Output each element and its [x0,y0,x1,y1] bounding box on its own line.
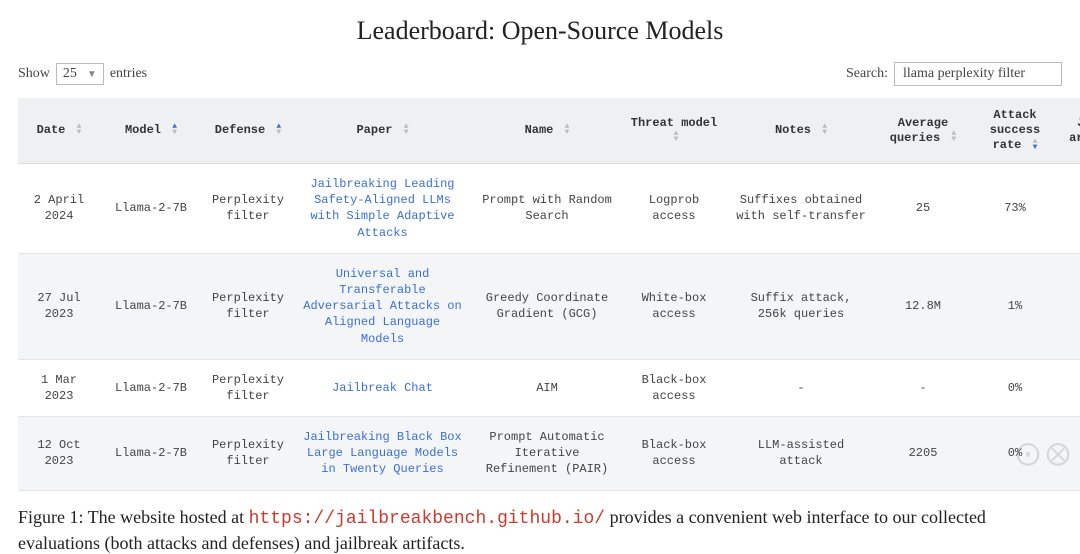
page-length-value: 25 [63,66,77,82]
cell-defense: Perplexity filter [202,253,294,359]
cell-notes: LLM-assisted attack [725,417,877,491]
search-input[interactable]: llama perplexity filter [894,62,1062,86]
entries-label: entries [110,66,147,82]
cell-notes: - [725,359,877,416]
col-name-label: Name [525,123,554,137]
col-artifacts[interactable]: Jailbreak artifacts ▲▼ [1061,98,1080,164]
cell-notes: Suffixes obtained with self-transfer [725,164,877,254]
cell-defense: Perplexity filter [202,359,294,416]
cell-defense: Perplexity filter [202,417,294,491]
sort-icon: ▲▼ [674,131,679,143]
col-paper[interactable]: Paper ▲▼ [294,98,471,164]
cell-model: Llama-2-7B [100,253,202,359]
caption-url: https://jailbreakbench.github.io/ [249,509,605,529]
col-model-label: Model [125,123,161,137]
col-asr[interactable]: Attack success rate ▲▼ [969,98,1061,164]
sort-icon: ▲▼ [77,124,82,136]
cell-model: Llama-2-7B [100,164,202,254]
chevron-down-icon: ▼ [87,69,97,80]
cell-model: Llama-2-7B [100,417,202,491]
caption-prefix: Figure 1: The website hosted at [18,507,249,527]
table-row: 2 April 2024 Llama-2-7B Perplexity filte… [18,164,1080,254]
col-avg-label: Average queries [890,116,948,145]
cell-date: 2 April 2024 [18,164,100,254]
cell-asr: 0% [969,417,1061,491]
header-row: Date ▲▼ Model ▲▼ Defense ▲▼ Paper ▲▼ Nam… [18,98,1080,164]
cell-notes: Suffix attack, 256k queries [725,253,877,359]
show-label: Show [18,66,50,82]
paper-link[interactable]: Jailbreak Chat [332,381,433,395]
cell-threat: White-box access [623,253,725,359]
cell-avg: 12.8M [877,253,969,359]
cell-date: 12 Oct 2023 [18,417,100,491]
col-date[interactable]: Date ▲▼ [18,98,100,164]
sort-icon: ▲▼ [404,124,409,136]
table-row: 12 Oct 2023 Llama-2-7B Perplexity filter… [18,417,1080,491]
cell-name: Prompt with Random Search [471,164,623,254]
col-notes[interactable]: Notes ▲▼ [725,98,877,164]
sort-asc-icon: ▲▼ [276,124,281,136]
cell-model: Llama-2-7B [100,359,202,416]
col-date-label: Date [37,123,66,137]
page-length-select[interactable]: 25 ▼ [56,63,104,85]
cell-name: Greedy Coordinate Gradient (GCG) [471,253,623,359]
col-threat[interactable]: Threat model ▲▼ [623,98,725,164]
sort-desc-icon: ▲▼ [1033,139,1038,151]
search-label: Search: [846,66,888,82]
col-artifacts-label: Jailbreak artifacts [1069,116,1080,145]
col-avg[interactable]: Average queries ▲▼ [877,98,969,164]
figure-caption: Figure 1: The website hosted at https://… [18,505,1062,554]
table-row: 27 Jul 2023 Llama-2-7B Perplexity filter… [18,253,1080,359]
cell-name: AIM [471,359,623,416]
search-control: Search: llama perplexity filter [846,62,1062,86]
col-name[interactable]: Name ▲▼ [471,98,623,164]
length-control: Show 25 ▼ entries [18,63,147,85]
cell-asr: 0% [969,359,1061,416]
sort-icon: ▲▼ [565,124,570,136]
table-row: 1 Mar 2023 Llama-2-7B Perplexity filter … [18,359,1080,416]
cell-name: Prompt Automatic Iterative Refinement (P… [471,417,623,491]
cell-avg: - [877,359,969,416]
col-notes-label: Notes [775,123,811,137]
cell-defense: Perplexity filter [202,164,294,254]
paper-link[interactable]: Universal and Transferable Adversarial A… [303,267,461,346]
page-title: Leaderboard: Open-Source Models [18,16,1062,46]
cell-date: 27 Jul 2023 [18,253,100,359]
leaderboard-table: Date ▲▼ Model ▲▼ Defense ▲▼ Paper ▲▼ Nam… [18,98,1080,491]
col-paper-label: Paper [356,123,392,137]
sort-icon: ▲▼ [951,131,956,143]
cell-asr: 73% [969,164,1061,254]
cell-threat: Logprob access [623,164,725,254]
cell-avg: 2205 [877,417,969,491]
col-defense[interactable]: Defense ▲▼ [202,98,294,164]
cell-avg: 25 [877,164,969,254]
paper-link[interactable]: Jailbreaking Leading Safety-Aligned LLMs… [310,177,454,240]
cell-date: 1 Mar 2023 [18,359,100,416]
cell-threat: Black-box access [623,359,725,416]
col-threat-label: Threat model [631,116,717,130]
cell-asr: 1% [969,253,1061,359]
col-defense-label: Defense [215,123,265,137]
sort-asc-icon: ▲▼ [172,124,177,136]
paper-link[interactable]: Jailbreaking Black Box Large Language Mo… [303,430,461,476]
sort-icon: ▲▼ [822,124,827,136]
cell-threat: Black-box access [623,417,725,491]
col-model[interactable]: Model ▲▼ [100,98,202,164]
